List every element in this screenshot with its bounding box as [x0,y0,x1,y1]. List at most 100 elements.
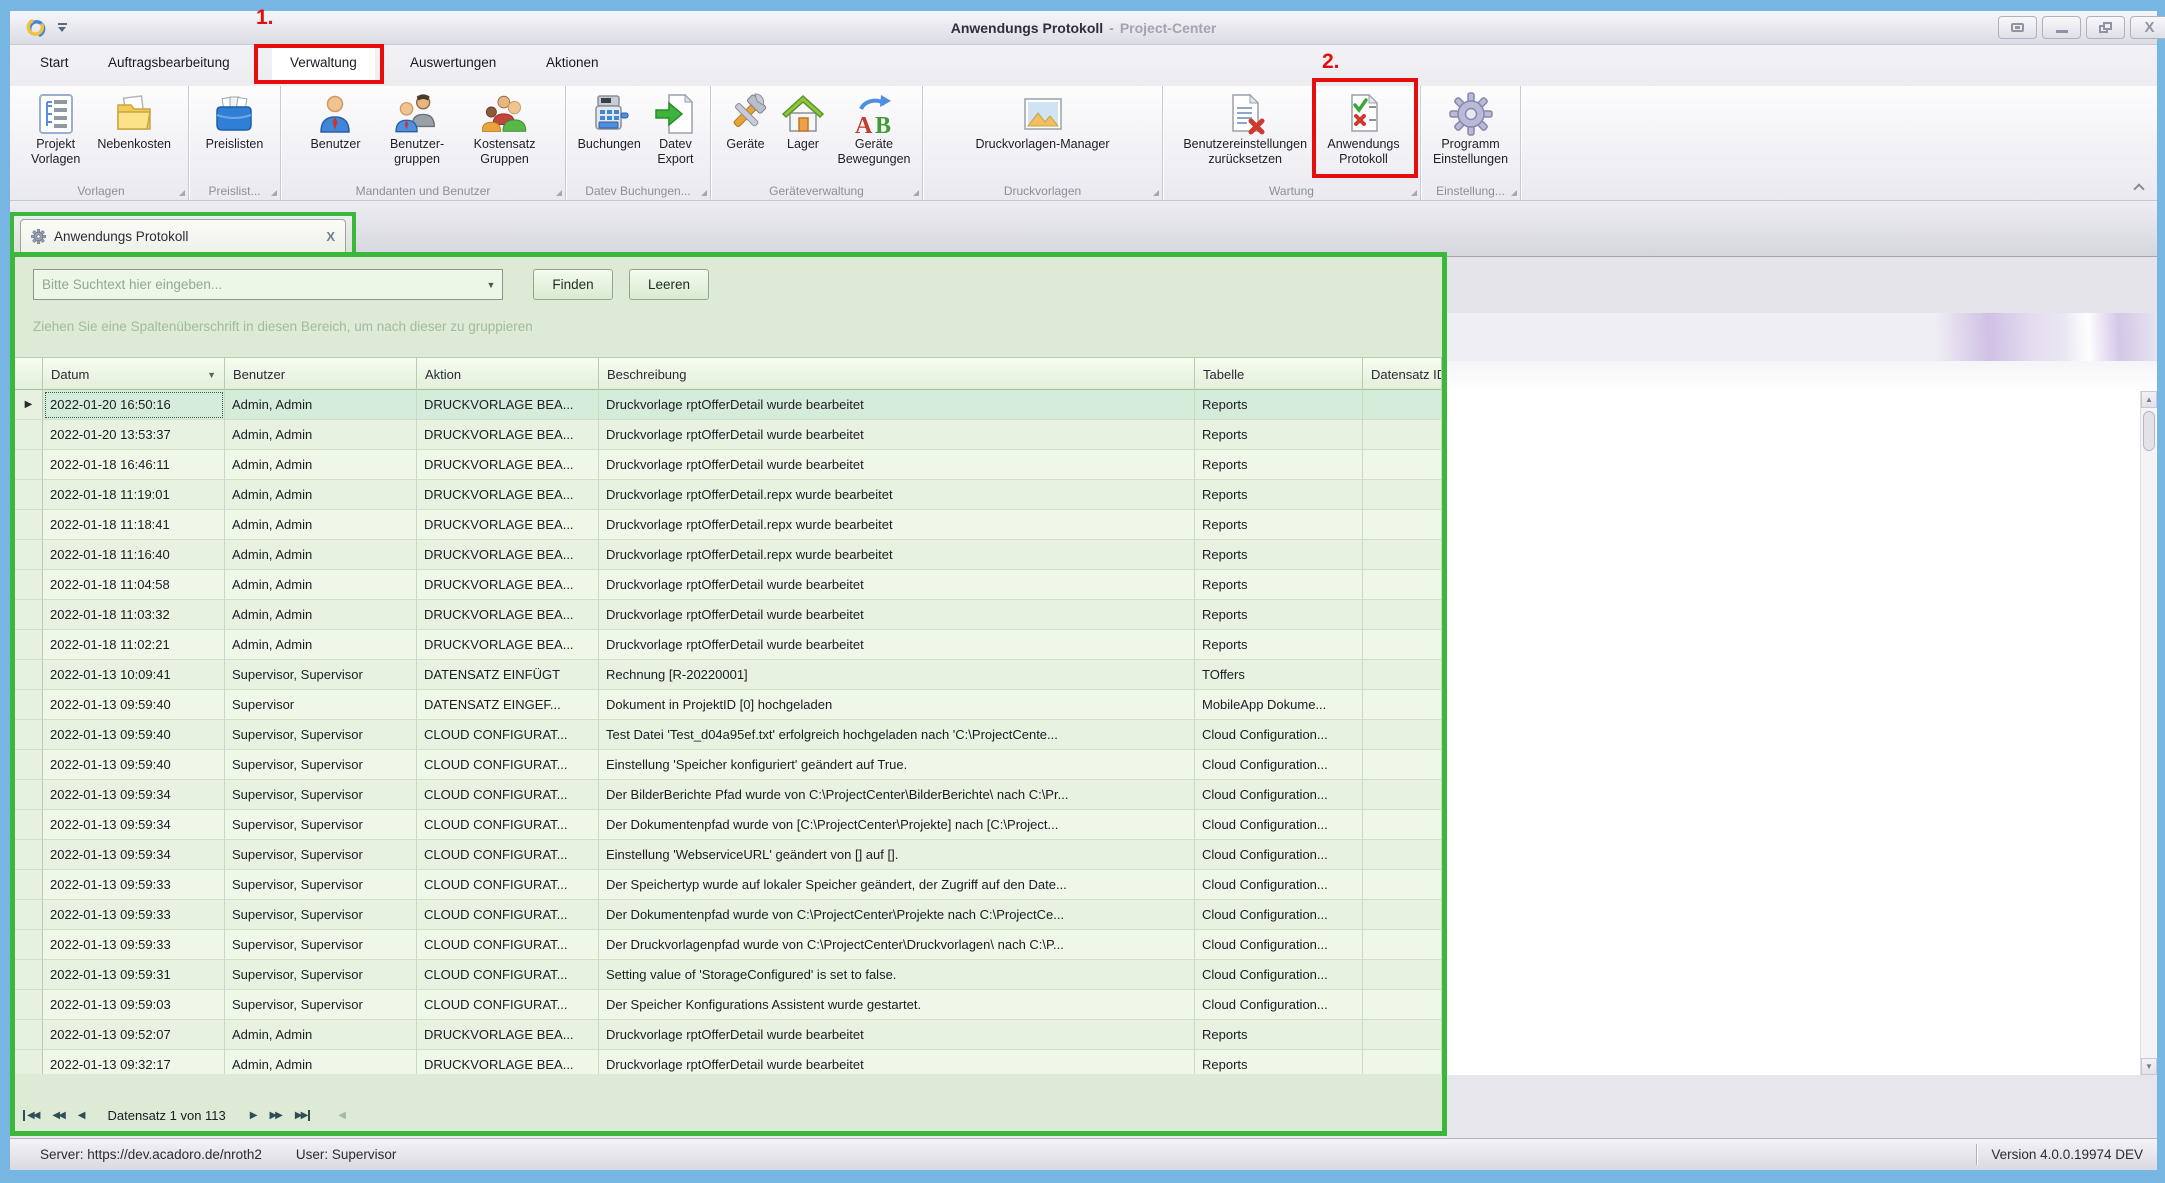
search-input[interactable] [33,269,503,300]
datev-export-button[interactable]: Datev Export [652,91,698,167]
column-header-datensatz-id[interactable]: Datensatz ID ▲ [1363,358,1442,391]
close-icon: X [2144,20,2154,35]
finden-button[interactable]: Finden [533,269,613,300]
cell-benutzer: Admin, Admin [225,480,417,510]
table-row[interactable]: 2022-01-18 11:18:41 Admin, Admin DRUCKVO… [15,510,1442,540]
table-row[interactable]: 2022-01-13 09:59:33 Supervisor, Supervis… [15,900,1442,930]
column-header-benutzer[interactable]: Benutzer [225,358,417,391]
lager-button[interactable]: Lager [780,91,826,152]
cell-aktion: DRUCKVORLAGE BEA... [417,570,599,600]
tab-anwendungs-protokoll[interactable]: Anwendungs Protokoll X [20,219,346,252]
geraete-button[interactable]: Geräte [723,91,769,152]
tab-close-icon[interactable]: X [326,229,335,244]
table-row[interactable]: 2022-01-13 09:59:03 Supervisor, Supervis… [15,990,1442,1020]
column-header-aktion[interactable]: Aktion [417,358,599,391]
table-row[interactable]: 2022-01-18 11:16:40 Admin, Admin DRUCKVO… [15,540,1442,570]
buchungen-button[interactable]: Buchungen [578,91,641,152]
table-row[interactable]: 2022-01-13 09:32:17 Admin, Admin DRUCKVO… [15,1050,1442,1074]
group-dialog-launcher-icon[interactable] [271,190,277,196]
close-button[interactable]: X [2130,16,2165,39]
table-row[interactable]: 2022-01-20 13:53:37 Admin, Admin DRUCKVO… [15,420,1442,450]
tab-auswertungen[interactable]: Auswertungen [410,55,496,70]
projekt-vorlagen-button[interactable]: Projekt Vorlagen [31,91,80,167]
geraete-bewegungen-button[interactable]: A B Geräte Bewegungen [838,91,911,167]
status-version: Version 4.0.0.19974 DEV [1991,1147,2143,1162]
table-row[interactable]: 2022-01-13 10:09:41 Supervisor, Supervis… [15,660,1442,690]
group-dialog-launcher-icon[interactable] [1153,190,1159,196]
nav-first-button[interactable]: ◀◀ [23,1110,38,1121]
ribbon-item-label: Kostensatz [474,137,536,152]
restore-button[interactable] [2086,16,2125,39]
nav-next-button[interactable]: ▶ [250,1110,256,1121]
table-row[interactable]: 2022-01-18 11:02:21 Admin, Admin DRUCKVO… [15,630,1442,660]
preislisten-button[interactable]: Preislisten [206,91,264,152]
kostensatz-gruppen-button[interactable]: Kostensatz Gruppen [474,91,536,167]
group-dialog-launcher-icon[interactable] [1411,190,1417,196]
cell-datensatz-id [1363,1020,1442,1050]
scrollbar-thumb[interactable] [2143,411,2155,451]
nav-prev-button[interactable]: ◀ [78,1110,84,1121]
cell-beschreibung: Druckvorlage rptOfferDetail wurde bearbe… [599,1050,1195,1074]
druckvorlagen-manager-button[interactable]: Druckvorlagen-Manager [975,91,1109,152]
table-row[interactable]: 2022-01-13 09:59:34 Supervisor, Supervis… [15,780,1442,810]
column-header-datum[interactable]: Datum ▼ [43,358,225,391]
vertical-scrollbar[interactable]: ▲ ▼ [2140,391,2156,1075]
column-header-label: Aktion [425,367,461,382]
ribbon-item-label: Nebenkosten [97,137,171,152]
row-indicator-cell [15,900,43,930]
minimize-button[interactable] [2042,16,2081,39]
table-row[interactable]: 2022-01-13 09:59:33 Supervisor, Supervis… [15,930,1442,960]
nav-prev-page-button[interactable]: ◀◀ [52,1110,63,1121]
datev-export-icon [652,91,698,137]
table-row[interactable]: 2022-01-18 16:46:11 Admin, Admin DRUCKVO… [15,450,1442,480]
group-dialog-launcher-icon[interactable] [701,190,707,196]
scroll-up-button[interactable]: ▲ [2141,391,2157,408]
group-dialog-launcher-icon[interactable] [1511,190,1517,196]
scroll-down-button[interactable]: ▼ [2141,1058,2157,1075]
cell-aktion: DRUCKVORLAGE BEA... [417,630,599,660]
row-indicator-cell: ▶ [15,390,43,420]
table-row[interactable]: 2022-01-18 11:04:58 Admin, Admin DRUCKVO… [15,570,1442,600]
fullscreen-button[interactable] [1998,16,2037,39]
nebenkosten-button[interactable]: Nebenkosten [97,91,171,152]
search-dropdown-icon[interactable]: ▼ [480,270,502,299]
table-row[interactable]: 2022-01-13 09:59:33 Supervisor, Supervis… [15,870,1442,900]
table-row[interactable]: ▶ 2022-01-20 16:50:16 Admin, Admin DRUCK… [15,390,1442,420]
cell-datum: 2022-01-18 11:03:32 [43,600,225,630]
table-row[interactable]: 2022-01-13 09:59:40 Supervisor DATENSATZ… [15,690,1442,720]
annotation-step-1: 1. [256,6,274,30]
table-row[interactable]: 2022-01-13 09:59:34 Supervisor, Supervis… [15,810,1442,840]
cell-tabelle: MobileApp Dokume... [1195,690,1363,720]
cell-datensatz-id [1363,780,1442,810]
leeren-button[interactable]: Leeren [629,269,709,300]
group-dialog-launcher-icon[interactable] [913,190,919,196]
ribbon-group-caption: Wartung [1163,184,1420,198]
group-dialog-launcher-icon[interactable] [179,190,185,196]
tab-start[interactable]: Start [40,55,69,70]
table-row[interactable]: 2022-01-13 09:59:31 Supervisor, Supervis… [15,960,1442,990]
table-row[interactable]: 2022-01-13 09:52:07 Admin, Admin DRUCKVO… [15,1020,1442,1050]
table-row[interactable]: 2022-01-13 09:59:40 Supervisor, Supervis… [15,720,1442,750]
benutzer-button[interactable]: Benutzer [310,91,360,152]
benutzergruppen-button[interactable]: Benutzer- gruppen [390,91,444,167]
table-row[interactable]: 2022-01-18 11:19:01 Admin, Admin DRUCKVO… [15,480,1442,510]
cell-tabelle: Cloud Configuration... [1195,810,1363,840]
tab-auftragsbearbeitung[interactable]: Auftragsbearbeitung [108,55,230,70]
group-dialog-launcher-icon[interactable] [556,190,562,196]
ribbon-group-einstellungen: Programm Einstellungen Einstellung... [1421,86,1521,200]
title-bar: Anwendungs Protokoll - Project-Center X [10,11,2157,45]
tab-aktionen[interactable]: Aktionen [546,55,599,70]
nav-next-page-button[interactable]: ▶▶ [269,1110,280,1121]
column-header-tabelle[interactable]: Tabelle [1195,358,1363,391]
benutzereinstellungen-zuruecksetzen-button[interactable]: Benutzereinstellungen zurücksetzen [1183,91,1307,167]
ribbon-group-caption: Einstellung... [1421,184,1520,198]
table-row[interactable]: 2022-01-18 11:03:32 Admin, Admin DRUCKVO… [15,600,1442,630]
nav-last-button[interactable]: ▶▶ [295,1110,310,1121]
table-row[interactable]: 2022-01-13 09:59:40 Supervisor, Supervis… [15,750,1442,780]
column-header-beschreibung[interactable]: Beschreibung [599,358,1195,391]
collapse-ribbon-icon[interactable] [2135,182,2145,192]
ribbon-group-preislisten: Preislisten Preislist... [189,86,281,200]
programm-einstellungen-button[interactable]: Programm Einstellungen [1433,91,1508,167]
sort-desc-icon[interactable]: ▼ [203,370,216,380]
table-row[interactable]: 2022-01-13 09:59:34 Supervisor, Supervis… [15,840,1442,870]
